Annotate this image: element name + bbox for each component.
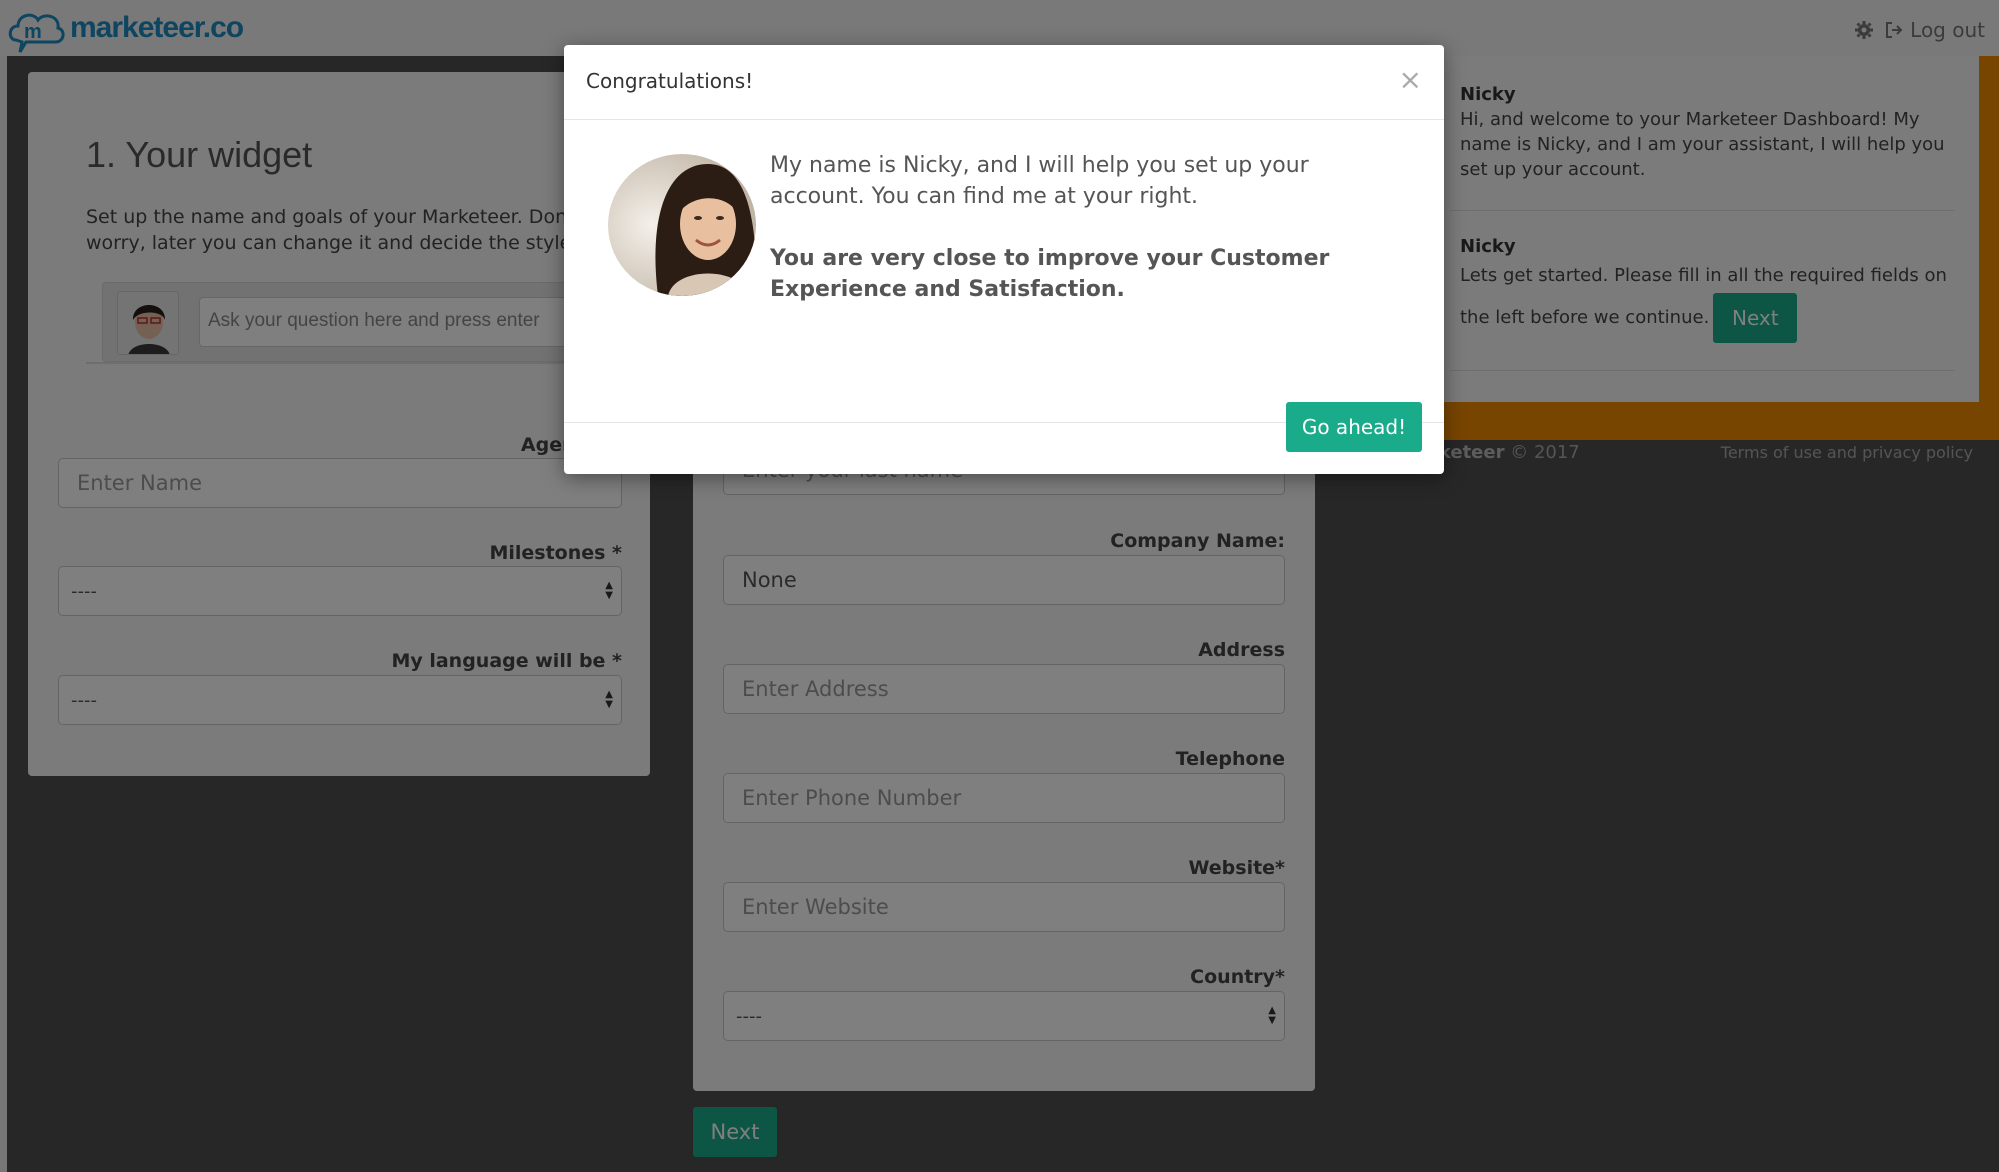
close-icon[interactable]: × [1399, 63, 1422, 96]
modal-title: Congratulations! [586, 69, 754, 93]
go-ahead-button[interactable]: Go ahead! [1286, 402, 1422, 452]
assistant-photo [608, 154, 756, 296]
modal-line-1: My name is Nicky, and I will help you se… [770, 153, 1309, 209]
modal-line-2: You are very close to improve your Custo… [770, 246, 1330, 302]
modal-message: My name is Nicky, and I will help you se… [770, 150, 1410, 305]
modal-header: Congratulations! × [564, 45, 1444, 120]
modal-body: My name is Nicky, and I will help you se… [564, 120, 1444, 423]
congratulations-modal: Congratulations! × My name is Nicky, and… [564, 45, 1444, 474]
